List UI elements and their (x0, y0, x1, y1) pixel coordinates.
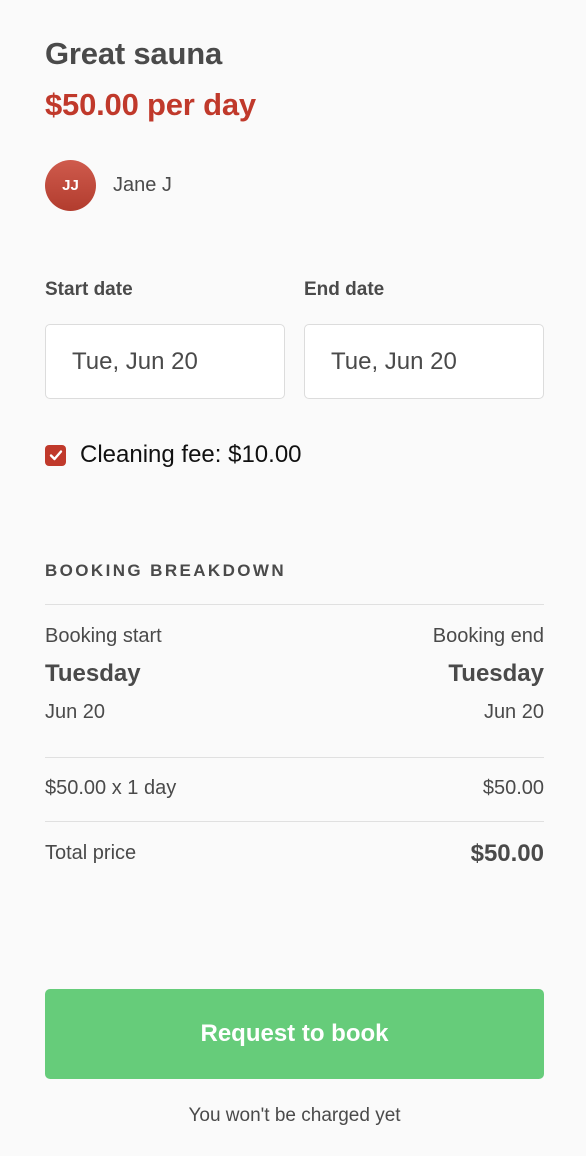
total-price-label: Total price (45, 842, 137, 864)
author-name: Jane J (113, 173, 172, 196)
booking-panel: Great sauna $50.00 per day JJ Jane J Sta… (45, 0, 544, 1156)
start-date-input[interactable]: Tue, Jun 20 (45, 324, 285, 399)
booking-start-day: Tuesday (45, 660, 141, 687)
line-item-label: $50.00 x 1 day (45, 777, 177, 799)
cleaning-fee-label: Cleaning fee: $10.00 (80, 441, 302, 468)
booking-start-date: Jun 20 (45, 701, 106, 723)
avatar[interactable]: JJ (45, 159, 96, 211)
breakdown-heading: Booking breakdown (45, 561, 287, 580)
end-date-label: End date (304, 279, 385, 300)
start-date-label: Start date (45, 279, 133, 300)
cleaning-fee-option[interactable]: Cleaning fee: $10.00 (45, 441, 302, 469)
cleaning-fee-checkbox[interactable] (45, 444, 66, 466)
listing-price: $50.00 per day (45, 87, 256, 122)
divider (45, 821, 544, 822)
request-to-book-button[interactable]: Request to book (45, 989, 544, 1079)
listing-title: Great sauna (45, 36, 222, 71)
booking-start-label: Booking start (45, 625, 162, 647)
divider (45, 604, 544, 605)
avatar-initials: JJ (62, 176, 79, 194)
booking-end-date: Jun 20 (483, 701, 544, 723)
line-item-value: $50.00 (482, 777, 544, 799)
end-date-value: Tue, Jun 20 (331, 347, 457, 375)
booking-end-label: Booking end (432, 625, 544, 647)
divider (45, 757, 544, 758)
start-date-value: Tue, Jun 20 (72, 347, 198, 375)
checkmark-icon (49, 450, 62, 461)
end-date-input[interactable]: Tue, Jun 20 (304, 324, 544, 399)
author-info: JJ Jane J (45, 159, 172, 211)
booking-end-day: Tuesday (448, 660, 544, 687)
total-price-value: $50.00 (470, 840, 544, 867)
charge-note: You won't be charged yet (188, 1105, 401, 1126)
